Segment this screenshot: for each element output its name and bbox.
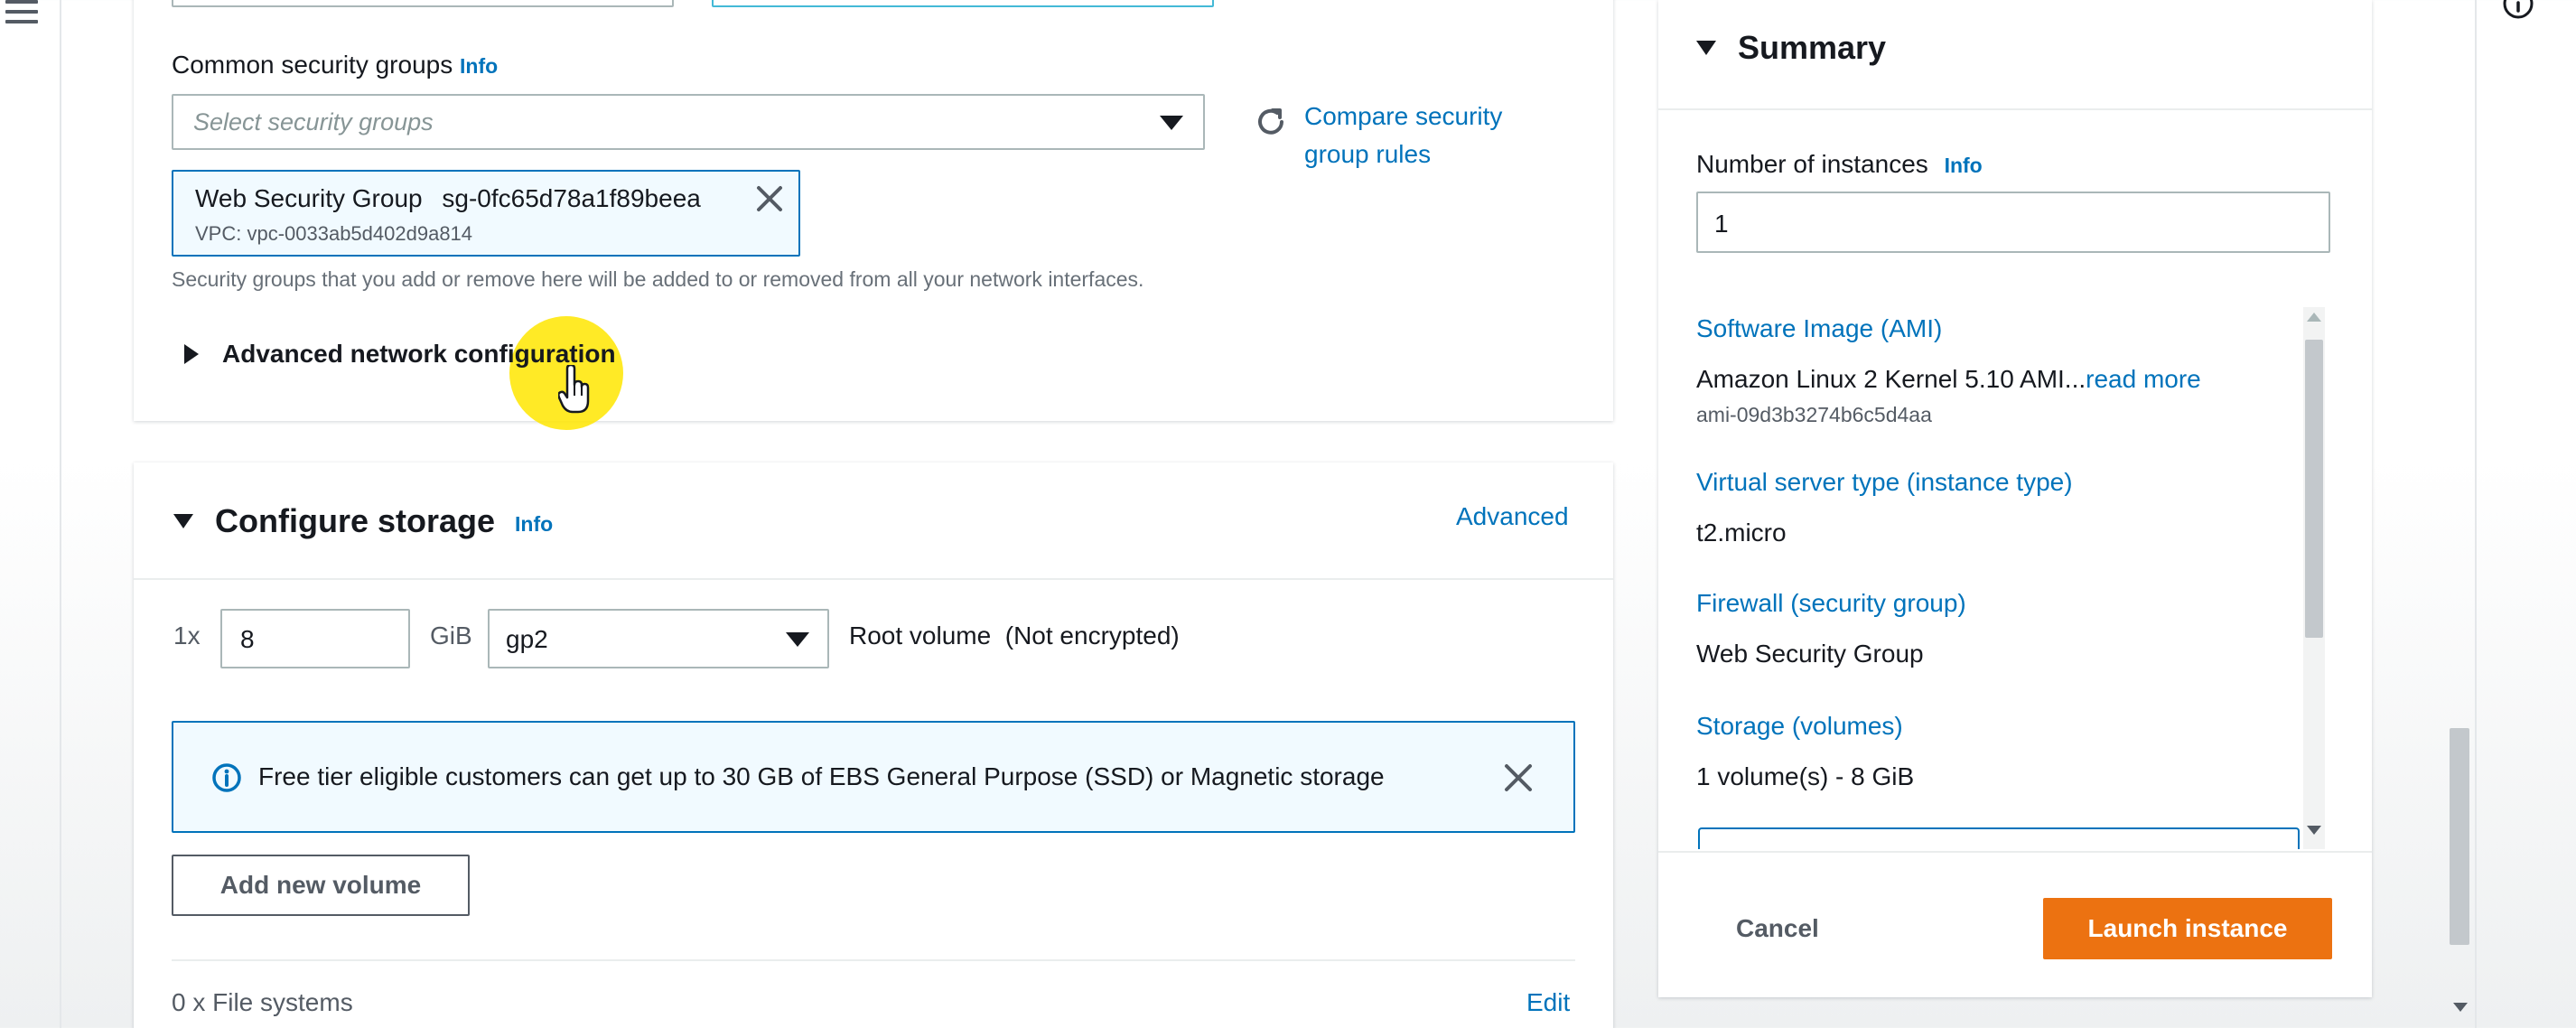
storage-volumes-value: 1 volume(s) - 8 GiB — [1696, 762, 1915, 790]
volume-size-input[interactable]: 8 — [220, 609, 410, 668]
scroll-down-icon[interactable] — [2307, 826, 2321, 835]
token-name: Web Security Group — [195, 184, 423, 212]
select-placeholder: Select security groups — [193, 108, 434, 136]
volume-type-select[interactable]: gp2 — [488, 609, 829, 668]
token-vpc: VPC: vpc-0033ab5d402d9a814 — [195, 222, 473, 245]
security-group-token: Web Security Group sg-0fc65d78a1f89beea … — [172, 170, 800, 257]
summary-footer-divider — [1658, 851, 2372, 853]
volume-size-value: 8 — [240, 625, 255, 653]
add-new-volume-button[interactable]: Add new volume — [172, 855, 470, 916]
file-systems-divider — [172, 959, 1575, 961]
advanced-network-label: Advanced network configuration — [222, 340, 616, 368]
configure-storage-header[interactable]: Configure storage Info — [173, 502, 553, 540]
ami-description: Amazon Linux 2 Kernel 5.10 AMI...read mo… — [1696, 365, 2201, 393]
summary-scrollbar-thumb[interactable] — [2305, 340, 2323, 638]
info-link[interactable]: Info — [460, 54, 498, 78]
edit-file-systems-link[interactable]: Edit — [1526, 988, 1570, 1017]
info-link[interactable]: Info — [515, 512, 553, 537]
storage-title: Configure storage — [215, 502, 496, 539]
refresh-icon[interactable] — [1254, 105, 1288, 139]
token-id: sg-0fc65d78a1f89beea — [442, 184, 701, 212]
ami-id: ami-09d3b3274b6c5d4aa — [1696, 403, 1932, 426]
advanced-network-configuration-toggle[interactable]: Advanced network configuration — [184, 340, 616, 369]
compare-security-group-rules-link[interactable]: Compare security group rules — [1304, 98, 1502, 173]
caret-down-icon — [1696, 41, 1716, 55]
close-icon[interactable] — [755, 184, 784, 213]
launch-instance-button[interactable]: Launch instance — [2043, 898, 2332, 959]
common-security-groups-label: Common security groups Info — [172, 51, 499, 79]
right-divider — [2475, 0, 2477, 1028]
security-groups-help-text: Security groups that you add or remove h… — [172, 267, 1144, 291]
number-of-instances-value: 1 — [1714, 210, 1729, 238]
number-of-instances-input[interactable]: 1 — [1696, 192, 2330, 253]
summary-title: Summary — [1738, 29, 1887, 66]
software-image-link[interactable]: Software Image (AMI) — [1696, 314, 1942, 343]
info-circle-icon — [212, 763, 241, 792]
summary-header[interactable]: Summary — [1696, 29, 1886, 67]
info-circle-icon[interactable] — [2502, 0, 2534, 20]
cancel-button[interactable]: Cancel — [1736, 914, 1819, 943]
menu-icon[interactable] — [5, 0, 38, 27]
alert-text: Free tier eligible customers can get up … — [258, 762, 1385, 790]
advanced-storage-link[interactable]: Advanced — [1456, 502, 1569, 531]
summary-callout-partial — [1698, 827, 2300, 849]
close-icon[interactable] — [1503, 762, 1534, 793]
read-more-link[interactable]: read more — [2086, 365, 2201, 393]
storage-header-divider — [134, 578, 1613, 580]
number-of-instances-label: Number of instances Info — [1696, 150, 1983, 178]
firewall-link[interactable]: Firewall (security group) — [1696, 589, 1966, 618]
caret-down-icon — [786, 632, 809, 647]
storage-volumes-link[interactable]: Storage (volumes) — [1696, 712, 1903, 741]
info-link[interactable]: Info — [1945, 154, 1983, 177]
summary-header-divider — [1658, 108, 2372, 110]
hand-cursor-icon — [558, 365, 590, 414]
volume-count-label: 1x — [173, 621, 201, 650]
caret-down-icon — [1160, 116, 1183, 130]
caret-down-icon — [173, 514, 193, 528]
partial-input-right[interactable] — [712, 0, 1214, 7]
security-groups-select[interactable]: Select security groups — [172, 94, 1205, 150]
file-systems-label: 0 x File systems — [172, 988, 353, 1016]
summary-scrollbar-track[interactable] — [2303, 307, 2325, 849]
page-scroll-down-icon[interactable] — [2453, 1003, 2468, 1012]
root-volume-label: Root volume (Not encrypted) — [849, 621, 1180, 650]
instance-type-link[interactable]: Virtual server type (instance type) — [1696, 468, 2073, 497]
left-divider — [60, 0, 61, 1028]
partial-input-left[interactable] — [172, 0, 674, 7]
free-tier-alert: Free tier eligible customers can get up … — [172, 721, 1575, 833]
page-scrollbar-thumb[interactable] — [2450, 728, 2469, 945]
caret-right-icon — [184, 344, 199, 364]
volume-unit-label: GiB — [430, 621, 472, 650]
volume-type-value: gp2 — [506, 625, 548, 653]
scroll-up-icon[interactable] — [2307, 313, 2321, 322]
instance-type-value: t2.micro — [1696, 519, 1787, 547]
firewall-value: Web Security Group — [1696, 640, 1924, 668]
